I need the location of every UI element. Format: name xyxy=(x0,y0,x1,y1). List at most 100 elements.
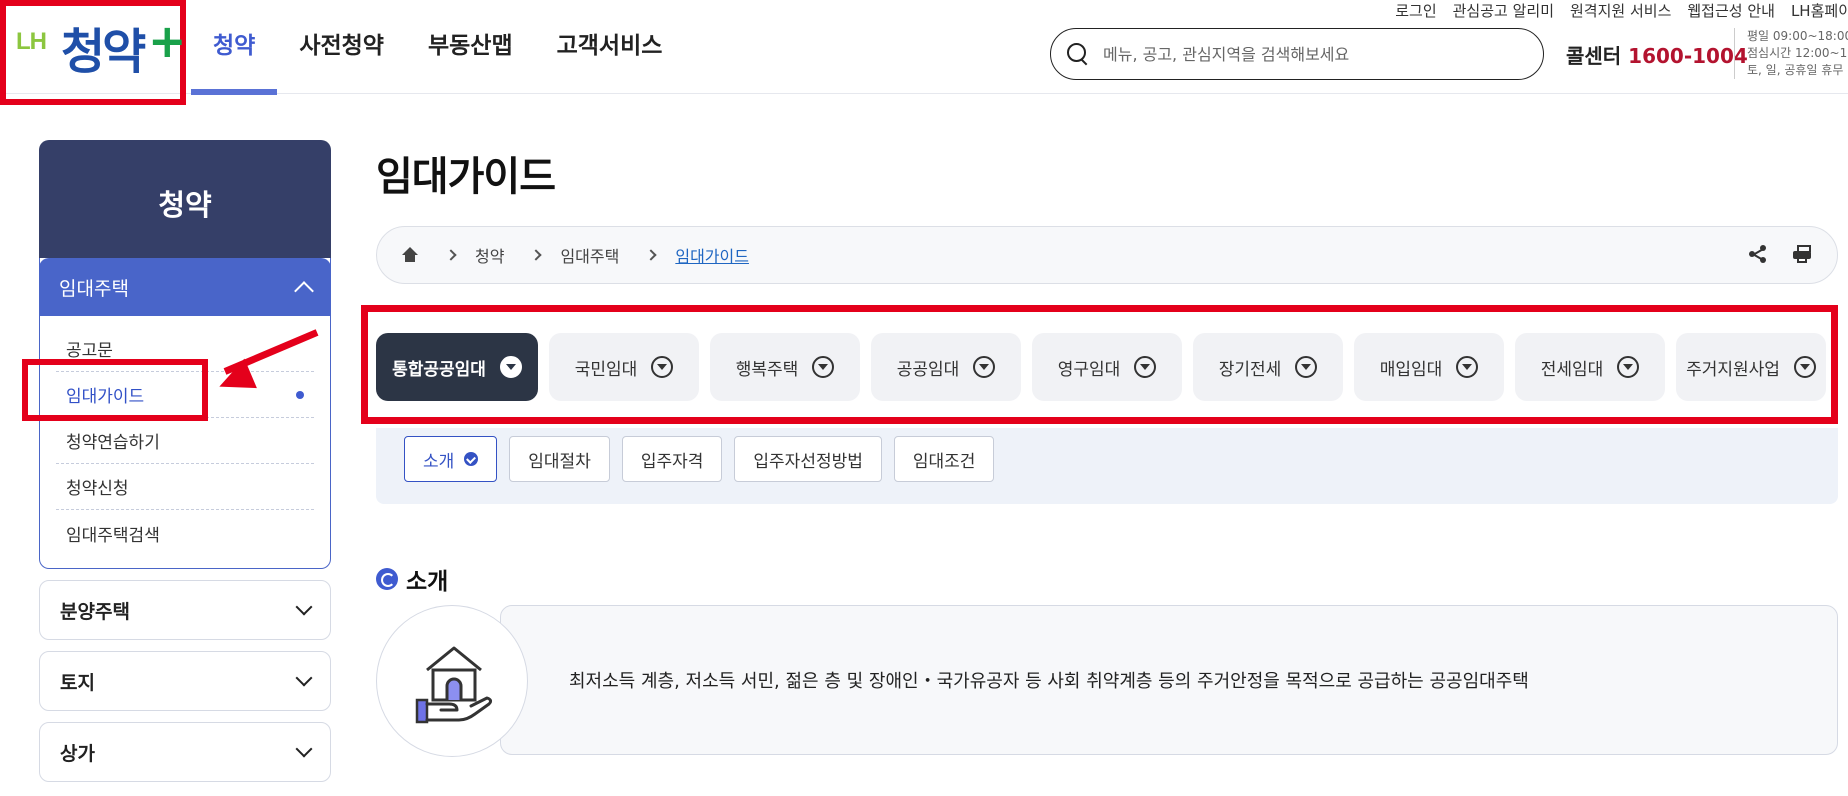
tab-permanent-rental[interactable]: 영구임대 xyxy=(1032,333,1182,401)
chevron-up-icon xyxy=(294,281,314,301)
sidebar-submenu: 공고문 임대가이드 청약연습하기 청약신청 임대주택검색 xyxy=(40,316,330,568)
search-input[interactable] xyxy=(1103,44,1523,64)
section-title: 소개 xyxy=(406,569,449,595)
logo-main-text: 청약 xyxy=(61,24,146,80)
section-bullet-icon xyxy=(376,568,398,590)
utility-links: 로그인 관심공고 알리미 원격지원 서비스 웹접근성 안내 LH홈페이 xyxy=(1395,0,1848,21)
tab-label: 주거지원사업 xyxy=(1686,359,1780,380)
callcenter-hours-lunch: 점심시간 12:00~13 xyxy=(1747,46,1848,60)
circle-chevron-down-icon xyxy=(812,356,835,378)
sidebar-section-rental-toggle[interactable]: 임대주택 xyxy=(39,258,331,316)
tab-integrated-public-rental[interactable]: 통합공공임대 xyxy=(376,333,538,401)
highlight-box-rental-guide xyxy=(22,359,208,421)
sidebar-item-apply[interactable]: 청약신청 xyxy=(56,464,314,510)
sidebar-section-land[interactable]: 토지 xyxy=(39,651,331,711)
sidebar-section-label: 토지 xyxy=(60,671,95,694)
sidebar-item-rental-search[interactable]: 임대주택검색 xyxy=(56,510,314,556)
home-icon[interactable] xyxy=(401,247,419,263)
tab-label: 매입임대 xyxy=(1379,359,1443,380)
tab-purchase-rental[interactable]: 매입임대 xyxy=(1354,333,1504,401)
section-heading: 소개 xyxy=(376,562,448,596)
circle-chevron-down-icon xyxy=(1134,356,1157,378)
circle-chevron-down-icon xyxy=(973,356,996,378)
subtab-label: 임대조건 xyxy=(912,451,976,472)
tab-label: 영구임대 xyxy=(1057,359,1121,380)
sidebar: 청약 임대주택 공고문 임대가이드 청약연습하기 청약신청 임대주택검색 분양주… xyxy=(39,140,331,782)
sidebar-item-practice[interactable]: 청약연습하기 xyxy=(56,418,314,464)
notice-alert-link[interactable]: 관심공고 알리미 xyxy=(1453,0,1554,21)
subtab-procedure[interactable]: 임대절차 xyxy=(509,436,610,482)
chevron-down-icon xyxy=(295,669,313,687)
nav-item-subscription[interactable]: 청약 xyxy=(191,0,278,95)
callcenter-hours-holiday: 토, 일, 공휴일 휴무 xyxy=(1747,63,1844,77)
subtab-label: 입주자선정방법 xyxy=(753,451,863,472)
remote-support-link[interactable]: 원격지원 서비스 xyxy=(1570,0,1671,21)
nav-item-pre-subscription[interactable]: 사전청약 xyxy=(277,0,406,94)
sidebar-item-label: 청약신청 xyxy=(66,479,129,499)
breadcrumb-item[interactable]: 청약 xyxy=(475,243,504,267)
sidebar-section-label: 상가 xyxy=(60,742,95,765)
circle-chevron-down-icon xyxy=(499,356,522,378)
tab-happy-housing[interactable]: 행복주택 xyxy=(710,333,860,401)
page-title: 임대가이드 xyxy=(376,154,556,200)
sidebar-item-label: 임대주택검색 xyxy=(66,525,160,546)
circle-chevron-down-icon xyxy=(1295,356,1318,378)
logo-plus-icon: + xyxy=(148,14,187,68)
callcenter-hours: 평일 09:00~18:00 점심시간 12:00~13 토, 일, 공휴일 휴… xyxy=(1734,28,1848,79)
tab-label: 행복주택 xyxy=(735,359,799,380)
sidebar-title: 청약 xyxy=(39,140,331,260)
chevron-down-icon xyxy=(295,740,313,758)
sidebar-section-commercial[interactable]: 상가 xyxy=(39,722,331,782)
print-icon[interactable] xyxy=(1793,245,1811,263)
main-nav: 청약 사전청약 부동산맵 고객서비스 xyxy=(191,0,685,95)
lh-homepage-link[interactable]: LH홈페이 xyxy=(1791,0,1848,21)
subtab-intro[interactable]: 소개 xyxy=(404,436,498,482)
intro-card: 최저소득 계층, 저소득 서민, 젊은 층 및 장애인・국가유공자 등 사회 취… xyxy=(500,605,1838,755)
callcenter-number: 1600-1004 xyxy=(1628,44,1748,68)
search-icon[interactable] xyxy=(1067,43,1089,65)
subtab-eligibility[interactable]: 입주자격 xyxy=(621,436,723,482)
search-bar[interactable] xyxy=(1050,28,1544,80)
breadcrumb-current[interactable]: 임대가이드 xyxy=(675,243,749,267)
chevron-right-icon xyxy=(530,249,543,261)
subtab-label: 입주자격 xyxy=(640,451,704,472)
circle-chevron-down-icon xyxy=(651,356,674,378)
tab-national-rental[interactable]: 국민임대 xyxy=(549,333,699,401)
tab-public-rental[interactable]: 공공임대 xyxy=(871,333,1021,401)
chevron-right-icon xyxy=(445,249,457,261)
lh-logo[interactable]: LH 청약 + xyxy=(0,0,187,105)
tab-jeonse-rental[interactable]: 전세임대 xyxy=(1515,333,1665,401)
breadcrumb-item[interactable]: 임대주택 xyxy=(560,243,619,267)
logo-lh-text: LH xyxy=(16,28,47,55)
intro-description: 최저소득 계층, 저소득 서민, 젊은 층 및 장애인・국가유공자 등 사회 취… xyxy=(569,671,1529,692)
callcenter-hours-weekday: 평일 09:00~18:00 xyxy=(1747,29,1848,43)
tab-label: 통합공공임대 xyxy=(392,359,486,380)
nav-item-customer-service[interactable]: 고객서비스 xyxy=(535,0,685,94)
sub-tabs: 소개 임대절차 입주자격 입주자선정방법 임대조건 xyxy=(404,436,995,482)
intro-illustration xyxy=(376,605,528,757)
tab-label: 전세임대 xyxy=(1540,359,1604,380)
sidebar-section-sale[interactable]: 분양주택 xyxy=(39,580,331,640)
circle-chevron-down-icon xyxy=(1456,356,1479,378)
tab-label: 국민임대 xyxy=(574,359,638,380)
subtab-selection[interactable]: 입주자선정방법 xyxy=(734,436,882,482)
subtab-label: 소개 xyxy=(423,451,455,472)
rental-type-tabs: 통합공공임대 국민임대 행복주택 공공임대 영구임대 장기전세 매입임대 전세임… xyxy=(376,333,1826,401)
house-in-hand-icon xyxy=(415,646,493,724)
callcenter-label: 콜센터 xyxy=(1566,44,1622,68)
login-link[interactable]: 로그인 xyxy=(1395,0,1436,21)
site-header: LH 청약 + 청약 사전청약 부동산맵 고객서비스 로그인 관심공고 알리미 … xyxy=(0,0,1848,105)
chevron-down-icon xyxy=(295,598,313,616)
subtab-conditions[interactable]: 임대조건 xyxy=(893,436,995,482)
tab-housing-support[interactable]: 주거지원사업 xyxy=(1676,333,1826,401)
breadcrumb-actions xyxy=(1749,245,1811,263)
check-circle-icon xyxy=(464,452,479,466)
tab-label: 장기전세 xyxy=(1218,359,1282,380)
share-icon[interactable] xyxy=(1749,245,1767,263)
sidebar-section-label: 분양주택 xyxy=(60,600,130,623)
nav-item-realestate-map[interactable]: 부동산맵 xyxy=(406,0,535,94)
sidebar-item-label: 청약연습하기 xyxy=(66,433,160,453)
tab-long-term-jeonse[interactable]: 장기전세 xyxy=(1193,333,1343,401)
accessibility-link[interactable]: 웹접근성 안내 xyxy=(1687,0,1775,21)
active-dot-icon xyxy=(296,390,304,399)
